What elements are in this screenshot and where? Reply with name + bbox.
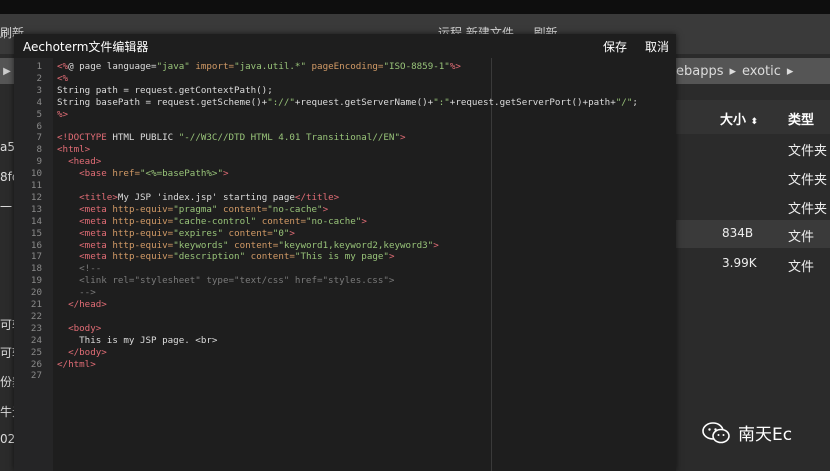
code-text: <head> xyxy=(68,156,102,168)
background-breadcrumb: ebapps ▸ exotic ▸ xyxy=(676,58,830,84)
line-number: 12 xyxy=(30,191,42,203)
code-text: <link rel="stylesheet" type="text/css" h… xyxy=(57,275,395,287)
table-row[interactable]: 文件夹 xyxy=(676,192,830,220)
file-type: 文件 xyxy=(788,260,815,275)
code-text: </html> xyxy=(57,358,96,370)
chevron-right-icon: ▸ xyxy=(729,63,737,79)
wechat-icon xyxy=(702,421,730,444)
line-number: 14 xyxy=(30,215,42,227)
line-number: 16 xyxy=(30,239,42,251)
file-table-header: 大小 ⬍ 类型 xyxy=(676,100,830,134)
code-text: <% xyxy=(57,72,69,84)
code-text: <meta http-equiv="keywords" content="key… xyxy=(79,239,439,251)
line-number: 4 xyxy=(36,96,42,108)
sort-icon: ⬍ xyxy=(750,117,759,127)
line-number: 5 xyxy=(36,108,42,120)
line-number: 3 xyxy=(36,84,42,96)
line-number: 8 xyxy=(36,144,42,156)
watermark-text: 南天Ec xyxy=(738,425,793,445)
line-number: 23 xyxy=(30,322,42,334)
line-number: 22 xyxy=(30,310,42,322)
file-editor-dialog: Aechoterm文件编辑器 保存 取消 1 <%@ page language=… xyxy=(14,34,676,471)
line-number: 9 xyxy=(36,156,42,168)
line-number: 24 xyxy=(30,334,42,346)
line-number: 21 xyxy=(30,299,42,310)
line-number: 10 xyxy=(30,168,42,180)
table-row[interactable]: 3.99K 文件 xyxy=(676,250,830,278)
code-text: <meta http-equiv="description" content="… xyxy=(79,251,395,263)
line-number: 6 xyxy=(36,120,42,132)
file-size: 3.99K xyxy=(722,256,757,270)
code-editor[interactable]: 1 <%@ page language="java" import="java.u… xyxy=(14,58,676,471)
code-text: <body> xyxy=(68,322,102,334)
file-size: 834B xyxy=(722,226,754,240)
line-number: 25 xyxy=(30,346,42,358)
file-type: 文件夹 xyxy=(788,202,828,217)
column-header-size[interactable]: 大小 ⬍ xyxy=(720,109,758,128)
file-type: 文件夹 xyxy=(788,173,828,188)
code-text: <!DOCTYPE HTML PUBLIC "-//W3C//DTD HTML … xyxy=(57,132,406,144)
background-list-fragment: 一 xyxy=(0,200,13,214)
line-number: 26 xyxy=(30,358,42,370)
code-text: <html> xyxy=(57,144,91,156)
line-number: 7 xyxy=(36,132,42,144)
table-row[interactable]: 834B 文件 xyxy=(676,220,830,248)
line-number: 11 xyxy=(30,180,42,191)
breadcrumb-item[interactable]: exotic xyxy=(742,64,781,79)
code-text: </head> xyxy=(68,299,107,310)
background-top-bar xyxy=(0,0,830,14)
file-type: 文件 xyxy=(788,230,815,245)
editor-titlebar: Aechoterm文件编辑器 保存 取消 xyxy=(14,34,676,58)
code-text: --> xyxy=(57,287,96,299)
line-number: 15 xyxy=(30,227,42,239)
watermark: 南天Ec xyxy=(702,420,792,445)
code-text: <title>My JSP 'index.jsp' starting page<… xyxy=(79,191,340,203)
line-number: 19 xyxy=(30,275,42,287)
line-number: 27 xyxy=(30,370,42,382)
code-text: <meta http-equiv="pragma" content="no-ca… xyxy=(79,203,329,215)
code-text: This is my JSP page. <br> xyxy=(57,334,218,346)
line-number: 18 xyxy=(30,263,42,275)
cancel-button[interactable]: 取消 xyxy=(645,38,669,55)
code-text: <%@ page language="java" import="java.ut… xyxy=(57,61,461,72)
column-header-type[interactable]: 类型 xyxy=(788,109,814,128)
line-number: 1 xyxy=(36,61,42,72)
table-row[interactable]: 文件夹 xyxy=(676,163,830,191)
breadcrumb-item[interactable]: ebapps xyxy=(676,64,724,79)
table-row[interactable]: 文件夹 xyxy=(676,134,830,162)
code-text: <!-- xyxy=(57,263,102,275)
print-margin-guide xyxy=(491,58,492,471)
line-number: 2 xyxy=(36,72,42,84)
code-text: <base href="<%=basePath%>"> xyxy=(79,168,229,180)
save-button[interactable]: 保存 xyxy=(603,38,627,55)
line-number: 13 xyxy=(30,203,42,215)
line-number: 17 xyxy=(30,251,42,263)
code-text: </body> xyxy=(68,346,107,358)
code-text: String path = request.getContextPath(); xyxy=(57,84,273,96)
background-list-fragment: 02 xyxy=(0,432,16,446)
chevron-right-icon: ▸ xyxy=(786,63,794,79)
code-text: <meta http-equiv="expires" content="0"> xyxy=(79,227,295,239)
file-type: 文件夹 xyxy=(788,144,828,159)
line-number: 20 xyxy=(30,287,42,299)
code-text: %> xyxy=(57,108,69,120)
code-text: <meta http-equiv="cache-control" content… xyxy=(79,215,367,227)
background-path-arrow-icon[interactable]: ▶ xyxy=(0,58,14,84)
code-text: String basePath = request.getScheme()+":… xyxy=(57,96,638,108)
editor-title: Aechoterm文件编辑器 xyxy=(23,40,149,54)
